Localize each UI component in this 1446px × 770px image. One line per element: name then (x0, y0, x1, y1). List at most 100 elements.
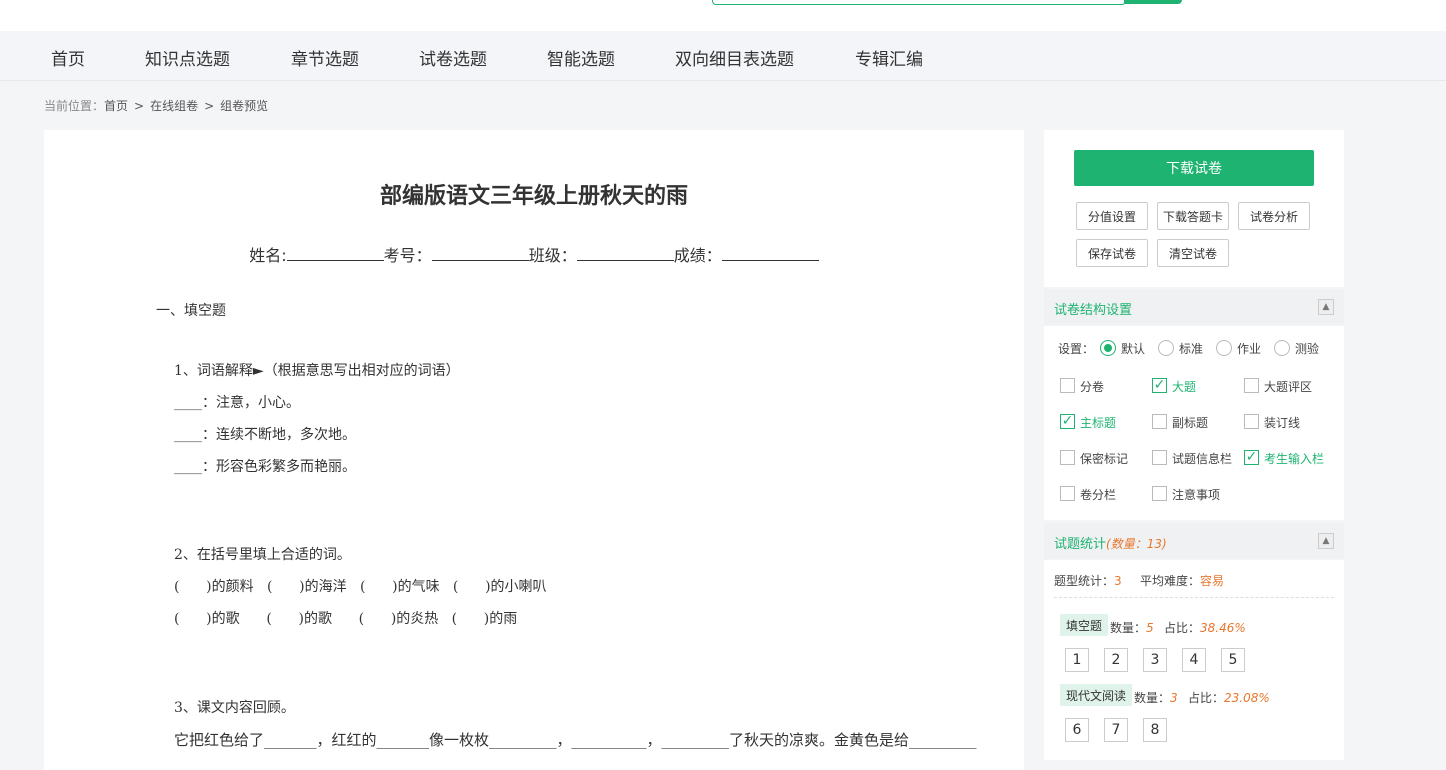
stats-title-text: 试题统计 (1054, 537, 1107, 552)
mode-radio-standard[interactable] (1158, 340, 1174, 356)
mode-radio-default[interactable] (1100, 340, 1116, 356)
option-label: 注意事项 (1172, 488, 1221, 502)
nav-chapter-select[interactable]: 章节选题 (291, 45, 359, 70)
checkbox-examinee-input-bar[interactable]: ✓ (1244, 450, 1259, 465)
clear-paper-button[interactable]: 清空试卷 (1157, 239, 1229, 267)
checkbox-subtitle[interactable] (1152, 414, 1167, 429)
stats-panel-header: 试题统计(数量：13) ▲ (1044, 523, 1344, 559)
stats-divider (1054, 597, 1334, 598)
breadcrumb-online[interactable]: 在线组卷 (150, 99, 198, 113)
breadcrumb-home[interactable]: 首页 (104, 99, 128, 113)
collapse-icon[interactable]: ▲ (1318, 533, 1334, 549)
main-nav: 首页 知识点选题 章节选题 试卷选题 智能选题 双向细目表选题 专辑汇编 (0, 31, 1446, 81)
setting-label: 设置： (1058, 342, 1095, 356)
question-number[interactable]: 2 (1104, 648, 1128, 672)
download-answer-sheet-button[interactable]: 下载答题卡 (1157, 202, 1229, 230)
group-ratio: 占比：38.46% (1164, 619, 1246, 636)
type-stat-value: 3 (1114, 574, 1122, 588)
q3-line: 它把红色给了_______，红红的_______像一枚枚_________，__… (174, 731, 977, 749)
question-number[interactable]: 5 (1221, 648, 1245, 672)
checkbox-confidential-mark[interactable] (1060, 450, 1075, 465)
q1-title[interactable]: 1、词语解释►（根据意思写出相对应的词语） (174, 360, 460, 380)
option-label: 大题评区 (1264, 380, 1313, 394)
group-ratio-value: 23.08% (1224, 691, 1270, 705)
question-number[interactable]: 3 (1143, 648, 1167, 672)
paper-preview: 部编版语文三年级上册秋天的雨 姓名: 考号： 班级： 成绩： 一、填空题 1、词语解释… (44, 130, 1024, 770)
checkbox-binding-line[interactable] (1244, 414, 1259, 429)
question-number[interactable]: 6 (1065, 718, 1089, 742)
difficulty-label: 平均难度： (1140, 574, 1201, 588)
structure-title: 试卷结构设置 (1054, 303, 1133, 318)
breadcrumb-sep: > (204, 99, 215, 113)
option-label: 副标题 (1172, 416, 1209, 430)
checkbox-main-title[interactable]: ✓ (1060, 414, 1075, 429)
difficulty-stat: 平均难度：容易 (1140, 572, 1224, 589)
download-paper-button[interactable]: 下载试卷 (1074, 150, 1314, 186)
paper-analysis-button[interactable]: 试卷分析 (1238, 202, 1310, 230)
stats-count: (数量：13) (1106, 537, 1167, 551)
nav-home[interactable]: 首页 (51, 45, 85, 70)
section-heading: 一、填空题 (156, 303, 226, 319)
mode-label: 标准 (1179, 342, 1204, 356)
breadcrumb-preview[interactable]: 组卷预览 (220, 99, 268, 113)
mode-label: 测验 (1295, 342, 1320, 356)
group-ratio-value: 38.46% (1200, 621, 1246, 635)
checkbox-big-question[interactable]: ✓ (1152, 378, 1167, 393)
group-count-value: 3 (1170, 691, 1178, 705)
q2-title[interactable]: 2、在括号里填上合适的词。 (174, 544, 351, 564)
paper-title: 部编版语文三年级上册秋天的雨 (379, 184, 688, 209)
group-count: 数量：5 (1110, 619, 1154, 636)
mode-label: 默认 (1121, 342, 1146, 356)
checkbox-score-column[interactable] (1060, 486, 1075, 501)
group-count-label: 数量： (1134, 691, 1171, 705)
name-blank (286, 246, 384, 261)
nav-paper-select[interactable]: 试卷选题 (419, 45, 487, 70)
mode-radio-group: 默认 标准 作业 测验 (1100, 340, 1340, 356)
option-label: 大题 (1172, 380, 1197, 394)
q1-line: ____：连续不断地，多次地。 (174, 427, 356, 443)
name-label: 姓名: (249, 246, 287, 265)
score-blank (721, 246, 819, 261)
group-count-value: 5 (1146, 621, 1154, 635)
checkbox-notes[interactable] (1152, 486, 1167, 501)
mode-radio-homework[interactable] (1216, 340, 1232, 356)
checkbox-question-info-bar[interactable] (1152, 450, 1167, 465)
nav-smart-select[interactable]: 智能选题 (547, 45, 615, 70)
type-stat: 题型统计：3 (1054, 572, 1122, 589)
option-label: 主标题 (1080, 416, 1117, 430)
nav-two-way-table[interactable]: 双向细目表选题 (675, 45, 794, 70)
group-ratio-label: 占比： (1164, 621, 1201, 635)
question-number[interactable]: 1 (1065, 648, 1089, 672)
checkbox-big-question-scoring[interactable] (1244, 378, 1259, 393)
nav-album[interactable]: 专辑汇编 (855, 45, 923, 70)
option-label: 装订线 (1264, 416, 1301, 430)
group-count: 数量：3 (1134, 689, 1178, 706)
checkbox-split-volume[interactable] (1060, 378, 1075, 393)
group-ratio: 占比：23.08% (1188, 689, 1270, 706)
option-label: 试题信息栏 (1172, 452, 1233, 466)
nav-knowledge-select[interactable]: 知识点选题 (145, 45, 230, 70)
group-count-label: 数量： (1110, 621, 1147, 635)
q3-title[interactable]: 3、课文内容回顾。 (174, 697, 295, 717)
stats-title: 试题统计(数量：13) (1054, 533, 1167, 552)
question-number[interactable]: 7 (1104, 718, 1128, 742)
type-stat-label: 题型统计： (1054, 574, 1115, 588)
save-paper-button[interactable]: 保存试卷 (1076, 239, 1148, 267)
q1-line: ____：注意，小心。 (174, 395, 300, 411)
score-setting-button[interactable]: 分值设置 (1076, 202, 1148, 230)
mode-label: 作业 (1237, 342, 1262, 356)
collapse-icon[interactable]: ▲ (1318, 299, 1334, 315)
action-card: 下载试卷 分值设置 下载答题卡 试卷分析 保存试卷 清空试卷 (1044, 130, 1344, 287)
search-input[interactable] (712, 0, 1126, 5)
mode-radio-quiz[interactable] (1274, 340, 1290, 356)
id-blank (431, 246, 529, 261)
option-label: 考生输入栏 (1264, 452, 1325, 466)
option-label: 卷分栏 (1080, 488, 1117, 502)
structure-panel: 设置： 默认 标准 作业 测验 分卷 ✓ 大题 大题评区 ✓ 主标题 副标题 装… (1044, 326, 1344, 520)
option-label: 分卷 (1080, 380, 1105, 394)
class-label: 班级： (528, 246, 577, 265)
search-button[interactable] (1124, 0, 1182, 4)
question-number[interactable]: 4 (1182, 648, 1206, 672)
question-number[interactable]: 8 (1143, 718, 1167, 742)
type-tag-fill-blank: 填空题 (1060, 614, 1109, 636)
